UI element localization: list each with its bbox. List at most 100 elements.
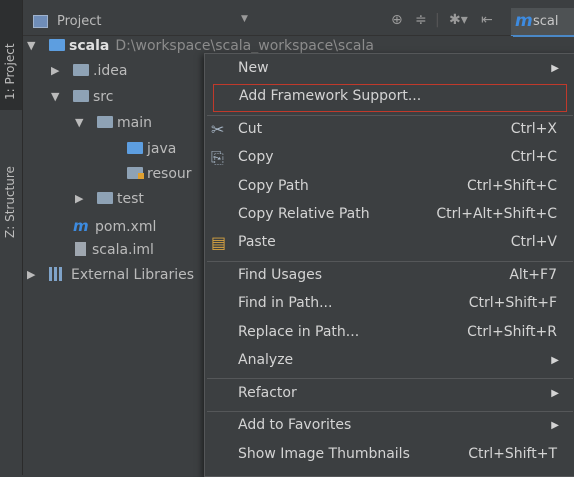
menu-item-refactor[interactable]: Refactor ▶ xyxy=(205,381,574,409)
project-view-title[interactable]: Project xyxy=(57,14,101,29)
menu-separator xyxy=(207,411,573,412)
expand-arrow-icon[interactable]: ▶ xyxy=(75,192,89,205)
menu-item-shortcut: Ctrl+Shift+R xyxy=(467,324,557,340)
expand-arrow-icon[interactable]: ▶ xyxy=(51,64,65,77)
target-icon[interactable]: ⊕ xyxy=(391,12,403,28)
tree-node-idea[interactable]: ▶ .idea xyxy=(51,63,127,87)
editor-tab[interactable]: m scal xyxy=(511,8,574,37)
module-path: D:\workspace\scala_workspace\scala xyxy=(115,38,374,54)
menu-item-replace-in-path[interactable]: Replace in Path... Ctrl+Shift+R xyxy=(205,320,574,348)
project-tool-header: Project ▼ ⊕ ≑ | ✱▾ ⇤ xyxy=(23,8,510,36)
folder-icon xyxy=(97,192,113,204)
menu-item-label: New xyxy=(238,60,269,76)
tree-node-resources[interactable]: resour xyxy=(119,166,192,190)
tab-structure[interactable]: Z: Structure xyxy=(0,130,22,240)
menu-item-paste[interactable]: ▤ Paste Ctrl+V xyxy=(205,230,574,258)
menu-item-cut[interactable]: ✂ Cut Ctrl+X xyxy=(205,117,574,145)
tree-node-label: scala xyxy=(69,38,110,54)
tree-node-label: .idea xyxy=(93,63,128,79)
menu-item-shortcut: Ctrl+Alt+Shift+C xyxy=(436,206,557,222)
tab-project[interactable]: 1: Project xyxy=(0,0,22,110)
context-menu: New ▶ Add Framework Support... ✂ Cut Ctrl+X… xyxy=(204,53,574,477)
menu-item-label: Copy xyxy=(238,149,274,165)
expand-arrow-icon[interactable]: ▶ xyxy=(27,268,41,281)
folder-icon xyxy=(73,90,89,102)
hide-icon[interactable]: ⇤ xyxy=(481,12,493,28)
menu-item-copy-relative-path[interactable]: Copy Relative Path Ctrl+Alt+Shift+C xyxy=(205,202,574,230)
tree-node-iml[interactable]: scala.iml xyxy=(67,242,154,266)
toolbar-divider: | xyxy=(435,12,440,28)
submenu-arrow-icon: ▶ xyxy=(551,355,559,366)
menu-item-analyze[interactable]: Analyze ▶ xyxy=(205,348,574,376)
tree-node-src[interactable]: ▼ src xyxy=(51,89,113,113)
menu-item-shortcut: Ctrl+Shift+T xyxy=(468,446,557,462)
menu-item-copy[interactable]: ⎘ Copy Ctrl+C xyxy=(205,145,574,173)
expand-arrow-icon[interactable]: ▼ xyxy=(75,116,89,129)
source-folder-icon xyxy=(127,142,143,154)
menu-item-new[interactable]: New ▶ xyxy=(205,56,574,84)
menu-item-label: Copy Relative Path xyxy=(238,206,370,222)
expand-arrow-icon[interactable]: ▼ xyxy=(27,39,41,52)
tree-node-test[interactable]: ▶ test xyxy=(75,191,144,215)
tab-project-label: 1: Project xyxy=(3,43,17,100)
submenu-arrow-icon: ▶ xyxy=(551,388,559,399)
tool-window-strip: 1: Project Z: Structure xyxy=(0,0,23,475)
submenu-arrow-icon: ▶ xyxy=(551,63,559,74)
menu-item-add-to-favorites[interactable]: Add to Favorites ▶ xyxy=(205,413,574,441)
copy-icon: ⎘ xyxy=(211,148,224,167)
gear-icon[interactable]: ✱▾ xyxy=(449,12,468,28)
library-icon xyxy=(49,267,67,281)
tree-node-label: src xyxy=(93,89,114,105)
menu-separator xyxy=(207,378,573,379)
tree-node-label: pom.xml xyxy=(95,219,157,235)
tree-node-label: External Libraries xyxy=(71,267,194,283)
menu-item-label: Analyze xyxy=(238,352,294,368)
tree-node-external-libraries[interactable]: ▶ External Libraries xyxy=(27,267,194,291)
menu-item-shortcut: Ctrl+X xyxy=(510,121,557,137)
menu-item-shortcut: Alt+F7 xyxy=(509,267,557,283)
menu-item-find-in-path[interactable]: Find in Path... Ctrl+Shift+F xyxy=(205,291,574,319)
menu-item-shortcut: Ctrl+V xyxy=(510,234,557,250)
menu-item-shortcut: Ctrl+Shift+C xyxy=(467,178,557,194)
submenu-arrow-icon: ▶ xyxy=(551,420,559,431)
project-icon xyxy=(33,15,48,28)
editor-tab-label: scal xyxy=(533,14,559,29)
scala-file-icon: m xyxy=(515,11,533,31)
menu-item-find-usages[interactable]: Find Usages Alt+F7 xyxy=(205,263,574,291)
tree-node-java[interactable]: java xyxy=(119,141,176,165)
menu-separator xyxy=(207,115,573,116)
menu-item-add-framework-support[interactable]: Add Framework Support... xyxy=(213,84,567,112)
tree-node-pom[interactable]: m pom.xml xyxy=(65,217,156,241)
folder-icon xyxy=(73,64,89,76)
menu-item-shortcut: Ctrl+Shift+F xyxy=(468,295,557,311)
menu-separator xyxy=(207,261,573,262)
tab-structure-label: Z: Structure xyxy=(3,166,17,238)
expand-arrow-icon[interactable]: ▼ xyxy=(51,90,65,103)
menu-item-label: Copy Path xyxy=(238,178,309,194)
folder-icon xyxy=(97,116,113,128)
tree-node-label: resour xyxy=(147,166,192,182)
paste-icon: ▤ xyxy=(211,233,227,252)
iml-file-icon xyxy=(75,242,86,256)
scissors-icon: ✂ xyxy=(211,120,225,139)
tree-node-label: java xyxy=(147,141,177,157)
tree-node-main[interactable]: ▼ main xyxy=(75,115,152,139)
menu-item-label: Paste xyxy=(238,234,276,250)
tree-node-label: main xyxy=(117,115,152,131)
menu-item-label: Add Framework Support... xyxy=(239,88,422,104)
menu-item-label: Add to Favorites xyxy=(238,417,352,433)
resource-folder-icon xyxy=(127,167,144,179)
menu-item-label: Cut xyxy=(238,121,263,137)
menu-item-label: Refactor xyxy=(238,385,297,401)
collapse-all-icon[interactable]: ≑ xyxy=(415,12,427,28)
menu-item-copy-path[interactable]: Copy Path Ctrl+Shift+C xyxy=(205,174,574,202)
dropdown-arrow-icon[interactable]: ▼ xyxy=(241,14,248,24)
menu-item-show-image-thumbnails[interactable]: Show Image Thumbnails Ctrl+Shift+T xyxy=(205,442,574,470)
tree-node-label: test xyxy=(117,191,144,207)
menu-item-label: Find Usages xyxy=(238,267,323,283)
menu-item-label: Find in Path... xyxy=(238,295,333,311)
menu-item-label: Replace in Path... xyxy=(238,324,360,340)
tree-node-label: scala.iml xyxy=(92,242,154,258)
menu-item-shortcut: Ctrl+C xyxy=(510,149,557,165)
module-folder-icon xyxy=(49,39,65,51)
